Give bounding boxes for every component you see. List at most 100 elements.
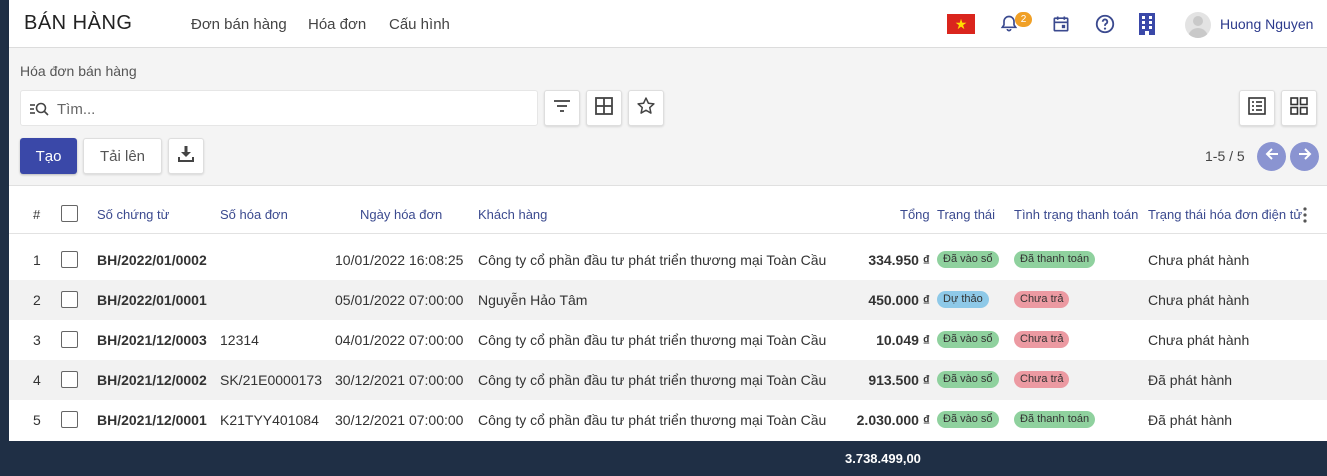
pager-next-button[interactable] [1290,142,1319,171]
row-customer: Công ty cổ phần đầu tư phát triển thương… [478,372,827,388]
row-invoice-date: 04/01/2022 07:00:00 [335,332,464,348]
row-invoice-date: 05/01/2022 07:00:00 [335,292,464,308]
row-customer: Công ty cổ phần đầu tư phát triển thương… [478,412,827,428]
row-index: 4 [33,372,41,388]
table-row[interactable]: 1 BH/2022/01/0002 10/01/2022 16:08:25 Cô… [9,240,1327,280]
payment-status-badge: Đã thanh toán [1014,411,1096,428]
payment-status-badge: Chưa trả [1014,371,1070,388]
download-button[interactable] [168,138,204,174]
status-badge: Đã vào sổ [937,411,999,428]
grid-icon [595,96,613,120]
header-invoice-no[interactable]: Số hóa đơn [220,207,288,222]
row-doc-no: BH/2022/01/0001 [97,292,207,308]
row-einvoice-status: Đã phát hành [1148,372,1233,388]
list-view-button[interactable] [1239,90,1275,126]
header-invoice-date[interactable]: Ngày hóa đơn [360,207,442,222]
search-box [20,90,538,126]
column-options-icon[interactable] [1303,207,1307,223]
search-icon [29,100,51,118]
select-all-checkbox[interactable] [61,205,78,222]
table-row[interactable]: 3 BH/2021/12/0003 12314 04/01/2022 07:00… [9,320,1327,360]
row-index: 1 [33,252,41,268]
row-doc-no: BH/2021/12/0001 [97,412,207,428]
row-einvoice-status: Đã phát hành [1148,412,1233,428]
group-by-button[interactable] [586,90,622,126]
header-total[interactable]: Tổng [900,207,930,222]
row-checkbox[interactable] [61,331,78,348]
menu-item-invoices[interactable]: Hóa đơn [308,16,366,33]
row-invoice-no: K21TYY401084 [220,412,319,428]
row-checkbox[interactable] [61,291,78,308]
row-einvoice-status: Chưa phát hành [1148,252,1250,268]
kanban-view-button[interactable] [1281,90,1317,126]
payment-status-badge: Đã thanh toán [1014,251,1096,268]
payment-status-badge: Chưa trả [1014,291,1070,308]
row-customer: Công ty cổ phần đầu tư phát triển thương… [478,332,827,348]
row-invoice-no: 12314 [220,332,259,348]
pager-value[interactable]: 1-5 / 5 [1205,148,1245,164]
row-doc-no: BH/2021/12/0003 [97,332,207,348]
arrow-right-icon [1298,147,1312,166]
row-checkbox[interactable] [61,251,78,268]
search-input[interactable] [57,98,527,120]
payment-status-badge: Chưa trả [1014,331,1070,348]
header-index: # [33,207,41,222]
download-icon [177,145,195,168]
arrow-left-icon [1265,147,1279,166]
favorites-button[interactable] [628,90,664,126]
header-einvoice-status[interactable]: Trạng thái hóa đơn điện tử [1148,207,1302,222]
create-button[interactable]: Tạo [20,138,77,174]
status-badge: Đã vào sổ [937,371,999,388]
breadcrumb: Hóa đơn bán hàng [20,63,137,79]
header-doc-no[interactable]: Số chứng từ [97,207,169,222]
control-panel: Hóa đơn bán hàng Tạo Tải lên [9,48,1327,186]
menu-item-configuration[interactable]: Cấu hình [389,16,450,33]
row-total: 2.030.000 ₫ [856,412,930,428]
row-doc-no: BH/2021/12/0002 [97,372,207,388]
list-view-icon [1248,96,1266,120]
help-icon[interactable] [1093,12,1117,36]
table-row[interactable]: 4 BH/2021/12/0002 SK/21E0000173 30/12/20… [9,360,1327,400]
user-name[interactable]: Huong Nguyen [1220,16,1313,32]
menu-item-sales-orders[interactable]: Đơn bán hàng [191,16,287,33]
row-total: 10.049 ₫ [876,332,930,348]
upload-button[interactable]: Tải lên [83,138,162,174]
company-building-icon[interactable] [1135,12,1159,36]
filter-button[interactable] [544,90,580,126]
header-customer[interactable]: Khách hàng [478,207,547,222]
filter-icon [553,99,571,118]
status-badge: Dự thảo [937,291,989,308]
notification-badge: 2 [1015,12,1032,27]
row-index: 3 [33,332,41,348]
kanban-view-icon [1290,96,1308,120]
row-checkbox[interactable] [61,411,78,428]
status-badge: Đã vào sổ [937,331,999,348]
row-total: 450.000 ₫ [868,292,930,308]
top-navbar: BÁN HÀNG Đơn bán hàng Hóa đơn Cấu hình ★… [9,0,1327,48]
row-einvoice-status: Chưa phát hành [1148,292,1250,308]
app-brand[interactable]: BÁN HÀNG [24,12,132,35]
row-index: 2 [33,292,41,308]
row-invoice-date: 30/12/2021 07:00:00 [335,412,464,428]
user-avatar[interactable] [1185,12,1211,38]
table-row[interactable]: 2 BH/2022/01/0001 05/01/2022 07:00:00 Ng… [9,280,1327,320]
row-doc-no: BH/2022/01/0002 [97,252,207,268]
row-einvoice-status: Chưa phát hành [1148,332,1250,348]
vietnam-flag-icon[interactable]: ★ [947,14,975,34]
row-customer: Nguyễn Hảo Tâm [478,292,588,308]
row-checkbox[interactable] [61,371,78,388]
row-total: 913.500 ₫ [868,372,930,388]
header-payment-status[interactable]: Tình trạng thanh toán [1014,207,1138,222]
calendar-icon[interactable] [1049,12,1073,36]
pager-previous-button[interactable] [1257,142,1286,171]
row-invoice-date: 10/01/2022 16:08:25 [335,252,464,268]
left-edge-strip [0,0,9,476]
grand-total: 3.738.499,00 [845,451,921,466]
row-invoice-no: SK/21E0000173 [220,372,322,388]
header-status[interactable]: Trạng thái [937,207,995,222]
row-index: 5 [33,412,41,428]
status-badge: Đã vào sổ [937,251,999,268]
table-footer: 3.738.499,00 [9,441,1327,476]
row-total: 334.950 ₫ [868,252,930,268]
table-row[interactable]: 5 BH/2021/12/0001 K21TYY401084 30/12/202… [9,400,1327,440]
